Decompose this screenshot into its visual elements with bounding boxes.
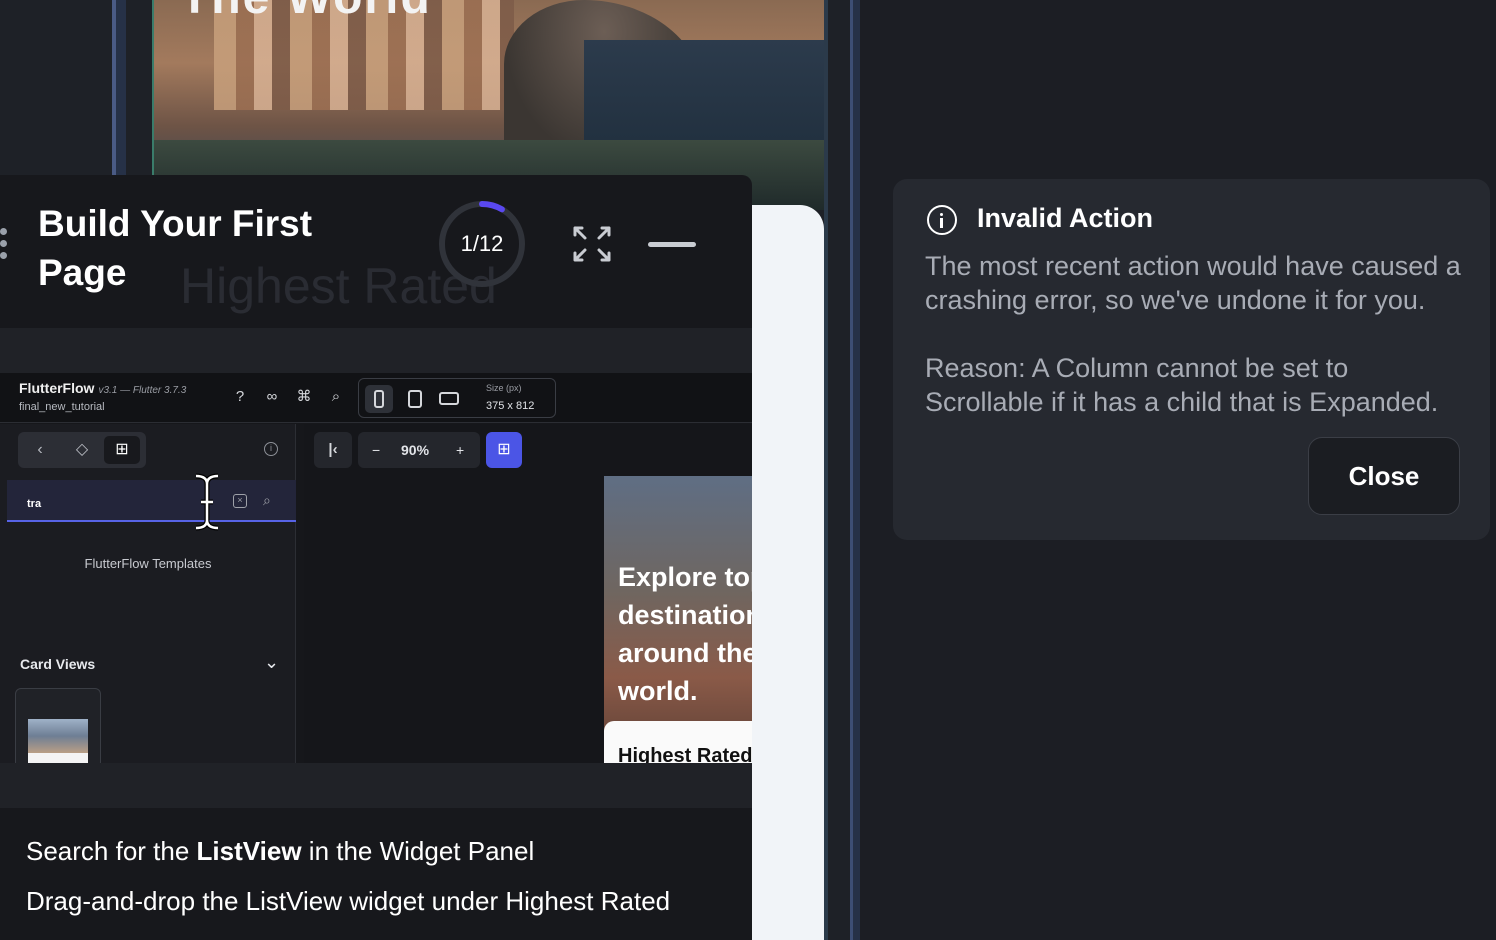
widget-panel-tabs: ‹ ◇ ⊞ <box>18 432 146 468</box>
phone-device-icon <box>365 385 393 413</box>
flutter-logo-icon: ‹ <box>37 441 43 458</box>
close-button[interactable]: Close <box>1308 437 1460 515</box>
embedded-phone-preview: Explore top destinations around the worl… <box>604 476 752 763</box>
template-thumbnail-image <box>28 719 88 753</box>
minimize-icon[interactable] <box>648 242 696 247</box>
help-icon: ? <box>235 388 245 405</box>
phone-hero-text: Explore top destinations around the worl… <box>618 562 752 706</box>
tutorial-steps: Search for the ListView in the Widget Pa… <box>26 837 746 937</box>
toast-reason: Reason: A Column cannot be set to Scroll… <box>925 353 1439 417</box>
zoom-value: 90% <box>401 442 430 458</box>
tutorial-panel: Highest Rated Build Your First Page 1/12… <box>0 175 752 940</box>
chevron-down-icon: ⌄ <box>264 652 280 672</box>
add-widget-icon: ⊞ <box>104 436 140 464</box>
size-label: Size (px) <box>486 383 522 393</box>
phone-card: Highest Rated <box>604 721 752 763</box>
tutorial-step-1: Search for the ListView in the Widget Pa… <box>26 836 535 866</box>
panel-resize-handle[interactable] <box>850 0 860 940</box>
info-circle-icon <box>927 205 957 235</box>
toast-title: Invalid Action <box>977 203 1154 233</box>
phone-frame-edge <box>752 205 824 940</box>
zoom-out-icon: − <box>372 442 381 458</box>
hero-title-peek: The World <box>180 0 432 25</box>
zoom-in-icon: + <box>456 442 465 458</box>
tutorial-video-frame: FlutterFlow v3.1 — Flutter 3.7.3 final_ne… <box>0 373 752 763</box>
template-thumbnail <box>15 688 101 763</box>
embedded-version: v3.1 — Flutter 3.7.3 <box>98 385 187 396</box>
templates-label: FlutterFlow Templates <box>84 556 212 571</box>
embedded-app-name: FlutterFlow v3.1 — Flutter 3.7.3 <box>19 380 187 396</box>
template-thumbnail-bar <box>28 753 88 763</box>
expand-icon[interactable] <box>571 224 613 264</box>
tutorial-step-2: Drag-and-drop the ListView widget under … <box>26 886 671 916</box>
desktop-device-icon <box>435 385 463 413</box>
progress-ring: 1/12 <box>437 199 527 289</box>
embedded-widget-panel: ‹ ◇ ⊞ i tra × ⌕ FlutterFlow Templates Ca… <box>0 424 296 763</box>
embedded-search-field: tra × ⌕ <box>7 473 296 531</box>
magnifier-icon: ⌕ <box>263 492 271 508</box>
size-value: 375 x 812 <box>486 400 535 412</box>
canvas-selection-strip <box>112 0 126 180</box>
text-cursor-icon <box>195 473 219 531</box>
tutorial-title: Build Your First Page <box>38 203 313 293</box>
tutorial-media: FlutterFlow v3.1 — Flutter 3.7.3 final_ne… <box>0 328 752 808</box>
link-icon: ∞ <box>266 388 278 405</box>
progress-label: 1/12 <box>460 231 504 256</box>
embedded-search-value: tra <box>27 498 42 510</box>
clear-search-icon: × <box>233 494 247 508</box>
embedded-toolbar: FlutterFlow v3.1 — Flutter 3.7.3 final_ne… <box>0 373 752 423</box>
invalid-action-toast: Invalid Action The most recent action wo… <box>893 179 1490 540</box>
embedded-project-name: final_new_tutorial <box>19 401 105 413</box>
toast-message: The most recent action would have caused… <box>925 251 1461 315</box>
drag-handle[interactable] <box>0 228 8 262</box>
gem-icon: ◇ <box>75 441 89 458</box>
command-icon: ⌘ <box>296 388 312 405</box>
collapse-panel-icon: |‹ <box>314 432 352 468</box>
phone-card-title: Highest Rated <box>618 745 752 763</box>
tablet-device-icon <box>401 385 429 413</box>
search-icon: ⌕ <box>331 388 341 405</box>
card-views-label: Card Views <box>20 656 96 672</box>
zoom-control: − 90% + <box>358 432 480 468</box>
device-selector: Size (px) 375 x 812 <box>358 378 556 418</box>
panel-divider <box>824 0 828 940</box>
add-widget-button-icon: ⊞ <box>486 432 522 468</box>
info-icon: i <box>264 442 278 456</box>
embedded-canvas: |‹ − 90% + ⊞ Explore top destinations ar… <box>304 424 752 763</box>
